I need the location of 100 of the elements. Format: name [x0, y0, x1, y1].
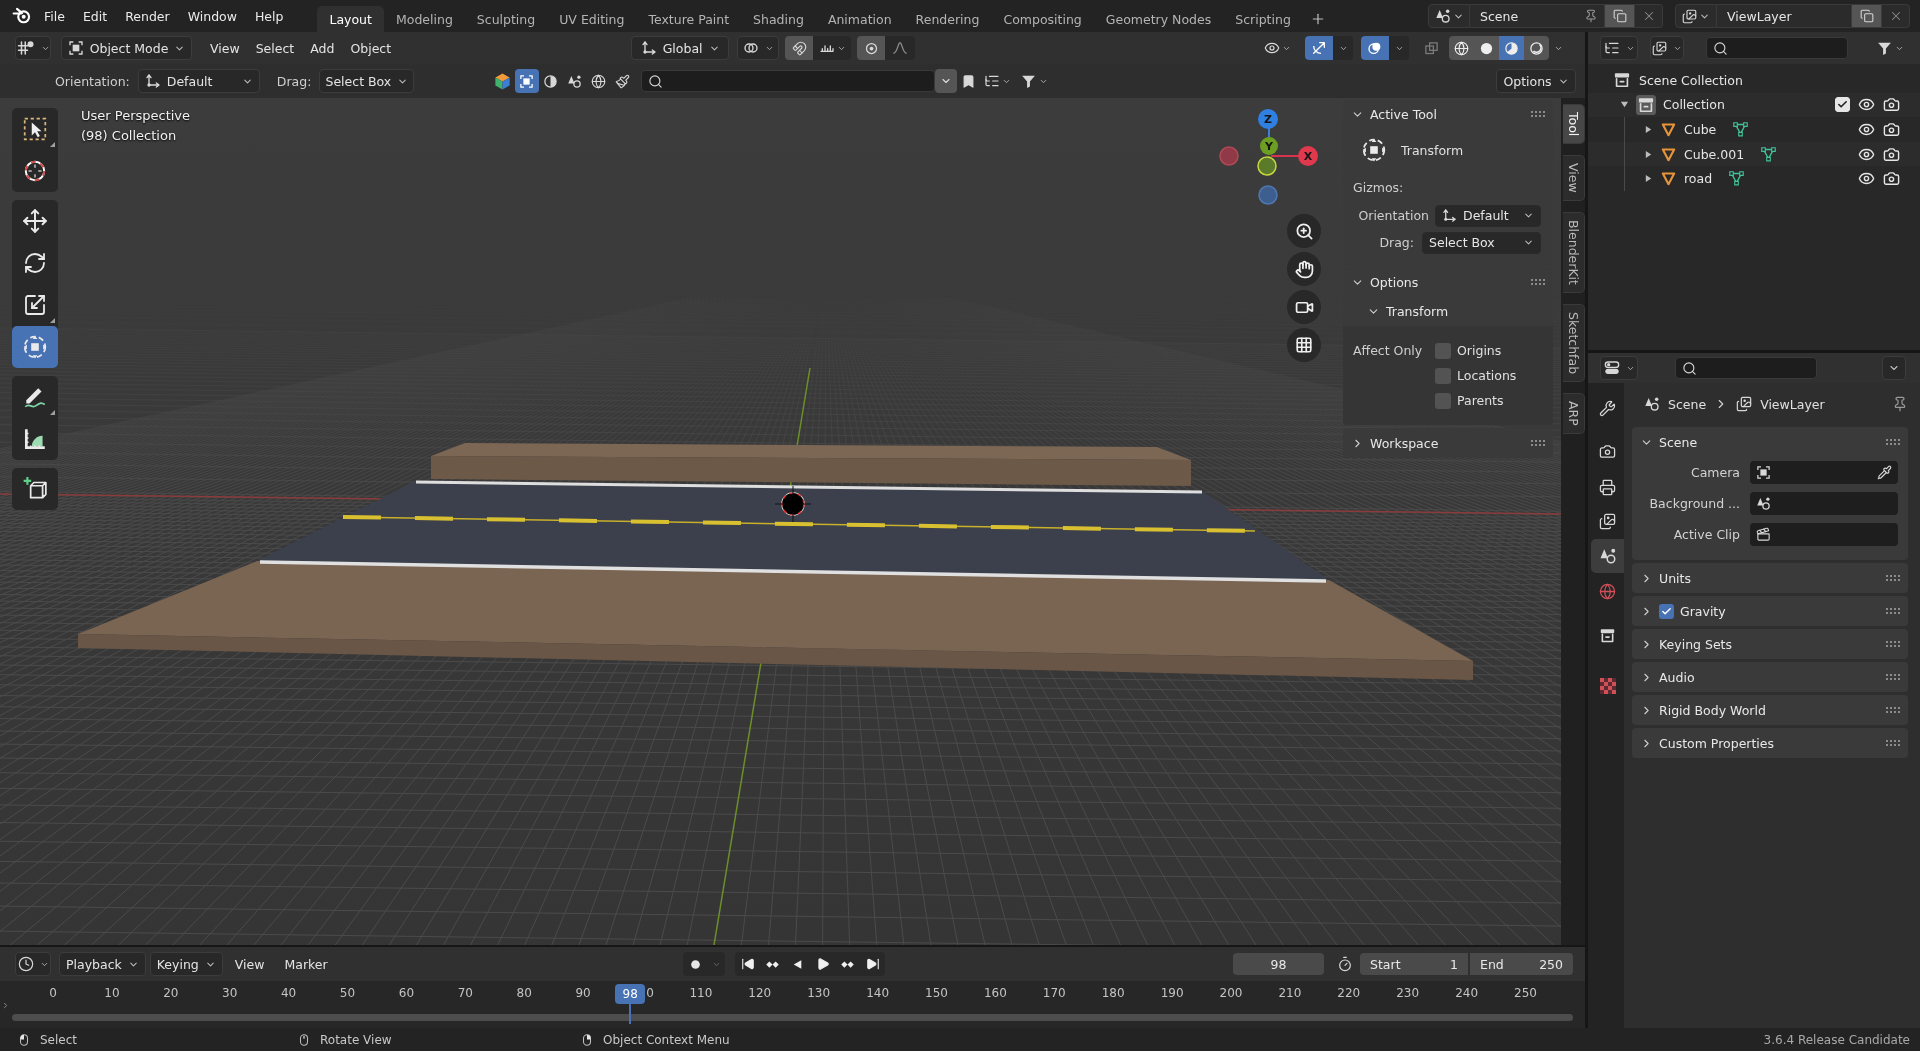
asset-type-button[interactable]: [514, 69, 539, 93]
end-frame-field[interactable]: End 250: [1470, 953, 1573, 975]
workspace-tab[interactable]: Compositing: [991, 6, 1094, 32]
menu-item[interactable]: Select: [247, 36, 303, 60]
close-button[interactable]: [1635, 4, 1663, 28]
drag-dropdown[interactable]: Select Box: [319, 69, 415, 93]
editor-type-button[interactable]: [1600, 356, 1638, 380]
proportional-editing-toggle[interactable]: [857, 36, 886, 60]
playhead-frame[interactable]: 98: [615, 984, 646, 1004]
pan-button[interactable]: [1287, 252, 1321, 286]
tree-item-label[interactable]: road: [1684, 171, 1713, 187]
menu-item[interactable]: View: [202, 36, 248, 60]
checkbox[interactable]: [1435, 392, 1451, 409]
current-frame-field[interactable]: 98: [1233, 953, 1324, 975]
panel-header[interactable]: Workspace: [1343, 428, 1553, 458]
orientation-dropdown[interactable]: Default: [137, 69, 260, 93]
panel-header[interactable]: Options: [1343, 268, 1553, 296]
panel-header[interactable]: Units: [1632, 563, 1908, 593]
tree-item-label[interactable]: Cube: [1684, 122, 1717, 137]
display-mode-dropdown[interactable]: [1600, 36, 1638, 60]
panel-header[interactable]: Active Tool: [1343, 100, 1553, 128]
workspace-tab[interactable]: Scripting: [1223, 6, 1303, 32]
options-dropdown[interactable]: [1882, 356, 1906, 380]
search-field[interactable]: [640, 70, 935, 92]
checkbox[interactable]: [1659, 603, 1674, 619]
collapse-button[interactable]: [934, 69, 957, 93]
sidebar-tab[interactable]: ARP: [1563, 393, 1585, 434]
workspace-tab[interactable]: Animation: [815, 6, 904, 32]
checkbox[interactable]: [1835, 97, 1850, 113]
panel-header[interactable]: Scene: [1632, 427, 1908, 457]
view-layer-browse-button[interactable]: [1675, 4, 1717, 28]
scrollbar[interactable]: [12, 1014, 1573, 1021]
shading-mode-button[interactable]: [1449, 36, 1474, 60]
view-layer-filter-dropdown[interactable]: [1650, 36, 1684, 60]
panel-header[interactable]: Custom Properties: [1632, 728, 1908, 758]
view-layer-name-field[interactable]: ViewLayer: [1717, 4, 1852, 28]
negative-axis-handle[interactable]: [1258, 185, 1278, 205]
perspective-toggle-button[interactable]: [1287, 328, 1321, 362]
menu-item[interactable]: Edit: [74, 4, 116, 28]
search-field[interactable]: [1675, 357, 1817, 379]
workspace-tab[interactable]: Shading: [741, 6, 816, 32]
start-frame-field[interactable]: Start 1: [1360, 953, 1468, 975]
orientation-dropdown[interactable]: Global: [631, 36, 730, 60]
menu-item[interactable]: Help: [246, 4, 292, 28]
zoom-button[interactable]: [1287, 214, 1321, 248]
movie-clip-field[interactable]: [1750, 523, 1898, 546]
sidebar-tab[interactable]: BlenderKit: [1563, 211, 1585, 293]
menu-item[interactable]: Marker: [276, 952, 336, 976]
mode-dropdown[interactable]: Object Mode: [61, 36, 192, 60]
tree-item-label[interactable]: Collection: [1663, 97, 1725, 113]
playhead-line[interactable]: [629, 1004, 632, 1024]
tree-item-label[interactable]: Scene Collection: [1639, 72, 1743, 88]
orientation-dropdown[interactable]: Default: [1435, 204, 1541, 227]
workspace-tab[interactable]: Geometry Nodes: [1093, 6, 1224, 32]
gizmo-toggle[interactable]: [1305, 36, 1333, 60]
scene-field[interactable]: [1750, 492, 1898, 515]
tree-item-label[interactable]: Cube.001: [1684, 146, 1745, 162]
duplicate-button[interactable]: [1605, 4, 1635, 28]
negative-axis-handle[interactable]: [1219, 146, 1239, 166]
menu-item[interactable]: File: [36, 4, 73, 28]
duplicate-button[interactable]: [1852, 4, 1882, 28]
editor-type-button[interactable]: [15, 952, 51, 976]
workspace-tab[interactable]: Sculpting: [464, 6, 548, 32]
editor-type-button[interactable]: [15, 36, 51, 60]
workspace-tab[interactable]: Modeling: [383, 6, 465, 32]
sidebar-tab[interactable]: Sketchfab: [1563, 303, 1585, 383]
drag-dropdown[interactable]: Select Box: [1422, 231, 1541, 254]
menu-item[interactable]: Render: [117, 4, 178, 28]
overlays-toggle[interactable]: [1361, 36, 1389, 60]
camera-view-button[interactable]: [1287, 290, 1321, 324]
axis-handle[interactable]: Y: [1260, 137, 1278, 155]
panel-header[interactable]: Audio: [1632, 662, 1908, 692]
scene-name-field[interactable]: Scene: [1470, 4, 1605, 28]
close-button[interactable]: [1882, 4, 1910, 28]
panel-header[interactable]: Keying Sets: [1632, 629, 1908, 659]
panel-header[interactable]: Rigid Body World: [1632, 695, 1908, 725]
search-field[interactable]: [1706, 37, 1848, 59]
menu-item[interactable]: Object: [342, 36, 400, 60]
navigation-gizmo[interactable]: Z X Y: [1215, 106, 1321, 210]
pivot-dropdown[interactable]: [737, 36, 780, 60]
shading-mode-button[interactable]: [1474, 36, 1499, 60]
menu-item[interactable]: Add: [302, 36, 343, 60]
properties-tab[interactable]: [1591, 539, 1624, 573]
workspace-tab[interactable]: Texture Paint: [636, 6, 742, 32]
menu-item[interactable]: Window: [179, 4, 245, 28]
scene-browse-button[interactable]: [1428, 4, 1470, 28]
menu-dropdown[interactable]: Playback: [59, 952, 146, 976]
camera-object-field[interactable]: [1750, 461, 1898, 484]
workspace-tab[interactable]: UV Editing: [547, 6, 637, 32]
shading-mode-button[interactable]: [1499, 36, 1524, 60]
menu-dropdown[interactable]: Keying: [149, 952, 223, 976]
workspace-tab[interactable]: Layout: [317, 6, 384, 32]
sidebar-tab[interactable]: Tool: [1563, 104, 1585, 145]
snap-toggle[interactable]: [785, 36, 814, 60]
menu-item[interactable]: View: [226, 952, 273, 976]
panel-header[interactable]: Gravity: [1632, 596, 1908, 626]
shading-mode-button[interactable]: [1524, 36, 1549, 60]
sidebar-tab[interactable]: View: [1563, 155, 1585, 201]
checkbox[interactable]: [1435, 367, 1451, 384]
checkbox[interactable]: [1435, 342, 1451, 359]
